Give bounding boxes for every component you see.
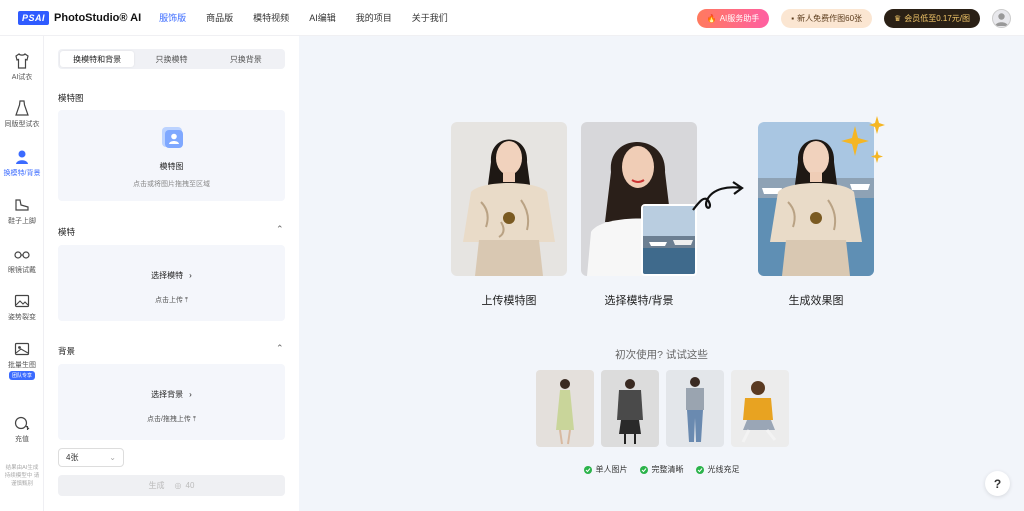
step-result-caption: 生成效果图 (788, 295, 844, 307)
sparkle-icon (841, 116, 885, 163)
requirement-light: 光线充足 (695, 464, 740, 475)
disclaimer: 结果由AI生成 持续模型中 请谨慎甄别 (4, 465, 40, 487)
model-image-title: 模特图 (159, 162, 184, 171)
rail-label: 同版型试衣 (4, 121, 40, 128)
upload-image-icon (161, 127, 183, 148)
upload-icon: ⤒ (192, 416, 196, 423)
rail-label: AI试衣 (11, 74, 33, 81)
sample-thumb-4[interactable] (731, 370, 789, 447)
crown-icon: ♛ (894, 13, 902, 23)
collapse-background-chevron-icon[interactable]: ⌃ (276, 343, 284, 354)
nav-apparel[interactable]: 服饰版 (159, 11, 186, 24)
main-nav: 服饰版 商品版 模特视频 AI编辑 我的项目 关于我们 (159, 11, 468, 24)
nav-about[interactable]: 关于我们 (412, 11, 448, 24)
glasses-icon (14, 251, 30, 259)
rail-shoes[interactable]: 鞋子上脚 (0, 196, 44, 226)
step-upload-caption: 上传模特图 (481, 295, 537, 307)
main-canvas: 上传模特图 选择模特/背景 生成效果图 初次使用? 试试这些 单人图片 完整清晰… (299, 36, 1024, 511)
sample-thumb-2[interactable] (601, 370, 659, 447)
rail-label: 充值 (15, 436, 29, 443)
generate-cost: 40 (185, 481, 195, 490)
logo-badge: PSAI (18, 10, 50, 25)
example-model-photo (451, 122, 567, 276)
select-background-button[interactable]: 选择背景 › (151, 389, 192, 400)
tab-swap-model[interactable]: 只换模特 (134, 51, 208, 67)
chevron-down-icon: ⌄ (109, 453, 116, 462)
requirement-clear: 完整清晰 (639, 464, 684, 475)
rail-glasses[interactable]: 眼镜试戴 (0, 245, 44, 275)
generate-label: 生成 (148, 481, 165, 490)
shoe-icon (15, 199, 29, 211)
team-badge: 团队专享 (8, 371, 35, 380)
curved-arrow-icon (692, 181, 744, 211)
nav-product[interactable]: 商品版 (206, 11, 233, 24)
image-icon (14, 294, 30, 308)
tool-rail: AI试衣 同版型试衣 换模特/背景 鞋子上脚 眼镜试戴 姿势裂变 批量生图 团队… (0, 36, 44, 511)
tab-swap-both[interactable]: 换模特和背景 (60, 51, 135, 67)
recharge-icon (14, 416, 30, 430)
model-image-hint: 点击或将图片拖拽至区域 (133, 181, 210, 188)
nav-ai-edit[interactable]: AI编辑 (309, 11, 336, 24)
rail-ai-tryon[interactable]: AI试衣 (0, 52, 44, 82)
avatar[interactable] (992, 8, 1011, 28)
background-select-box: 选择背景 › 点击/拖拽上传 ⤒ (58, 364, 285, 440)
check-icon (639, 465, 648, 474)
new-user-label: 新人免费作图60张 (797, 13, 863, 23)
generate-button[interactable]: 生成 ◎ 40 (58, 475, 285, 496)
settings-panel: 换模特和背景 只换模特 只换背景 模特图 模特图 点击或将图片拖拽至区域 模特 … (44, 36, 299, 511)
help-button[interactable]: ? (985, 471, 1010, 496)
model-image-label: 模特图 (58, 93, 84, 103)
rail-label: 姿势裂变 (8, 314, 36, 321)
model-section-label: 模特 (58, 227, 76, 237)
brand-name: PhotoStudio® AI (54, 11, 142, 24)
rail-batch[interactable]: 批量生图 团队专享 (0, 340, 44, 380)
new-user-button[interactable]: ▪ 新人免费作图60张 (781, 8, 873, 28)
try-these-title: 初次使用? 试试这些 (615, 349, 708, 361)
rail-recharge[interactable]: 充值 (0, 414, 44, 444)
model-select-box: 选择模特 › 点击上传 ⤒ (58, 245, 285, 321)
image-count-select[interactable]: 4张 ⌄ (58, 448, 124, 467)
logo[interactable]: PSAI PhotoStudio® AI (18, 10, 142, 25)
upload-icon: ⤒ (184, 297, 189, 304)
model-image-upload[interactable]: 模特图 点击或将图片拖拽至区域 (58, 110, 285, 201)
rail-label: 批量生图 (8, 362, 36, 369)
model-upload-link[interactable]: 点击上传 ⤒ (58, 295, 285, 305)
ai-assistant-button[interactable]: 🔥 AI服务助手 (696, 8, 770, 28)
collapse-model-chevron-icon[interactable]: ⌃ (276, 224, 284, 235)
select-model-button[interactable]: 选择模特 › (151, 270, 192, 281)
coin-icon: ◎ (174, 481, 182, 490)
shirt-icon (15, 53, 29, 69)
sample-thumb-3[interactable] (666, 370, 724, 447)
rail-label: 换模特/背景 (3, 170, 41, 177)
background-upload-link[interactable]: 点击/拖拽上传 ⤒ (58, 414, 285, 424)
nav-model-video[interactable]: 模特视频 (253, 11, 289, 24)
rail-pose[interactable]: 姿势裂变 (0, 292, 44, 322)
rail-same-style[interactable]: 同版型试衣 (0, 99, 44, 129)
gift-icon: ▪ (791, 13, 795, 23)
nav-my-projects[interactable]: 我的项目 (356, 11, 392, 24)
dress-icon (15, 100, 29, 116)
background-section-label: 背景 (58, 346, 76, 356)
batch-image-icon (14, 342, 30, 356)
check-icon (583, 465, 592, 474)
tab-swap-bg[interactable]: 只换背景 (209, 51, 283, 67)
ai-assistant-label: AI服务助手 (719, 13, 760, 23)
rail-label: 眼镜试戴 (8, 267, 36, 274)
vip-button[interactable]: ♛ 会员低至0.17元/图 (884, 8, 980, 28)
image-count-value: 4张 (66, 453, 79, 462)
requirement-single: 单人图片 (583, 464, 628, 475)
top-bar: PSAI PhotoStudio® AI 服饰版 商品版 模特视频 AI编辑 我… (0, 0, 1024, 36)
rail-swap-model-bg[interactable]: 换模特/背景 (0, 148, 44, 178)
image-requirements: 单人图片 完整清晰 光线充足 (299, 464, 1024, 475)
person-swap-icon (16, 150, 28, 164)
check-icon (695, 465, 704, 474)
vip-label: 会员低至0.17元/图 (904, 13, 970, 23)
flame-icon: 🔥 (706, 13, 717, 23)
rail-label: 鞋子上脚 (8, 218, 36, 225)
step-select-caption: 选择模特/背景 (604, 295, 674, 307)
sample-thumb-1[interactable] (536, 370, 594, 447)
mode-tabs: 换模特和背景 只换模特 只换背景 (58, 49, 285, 69)
